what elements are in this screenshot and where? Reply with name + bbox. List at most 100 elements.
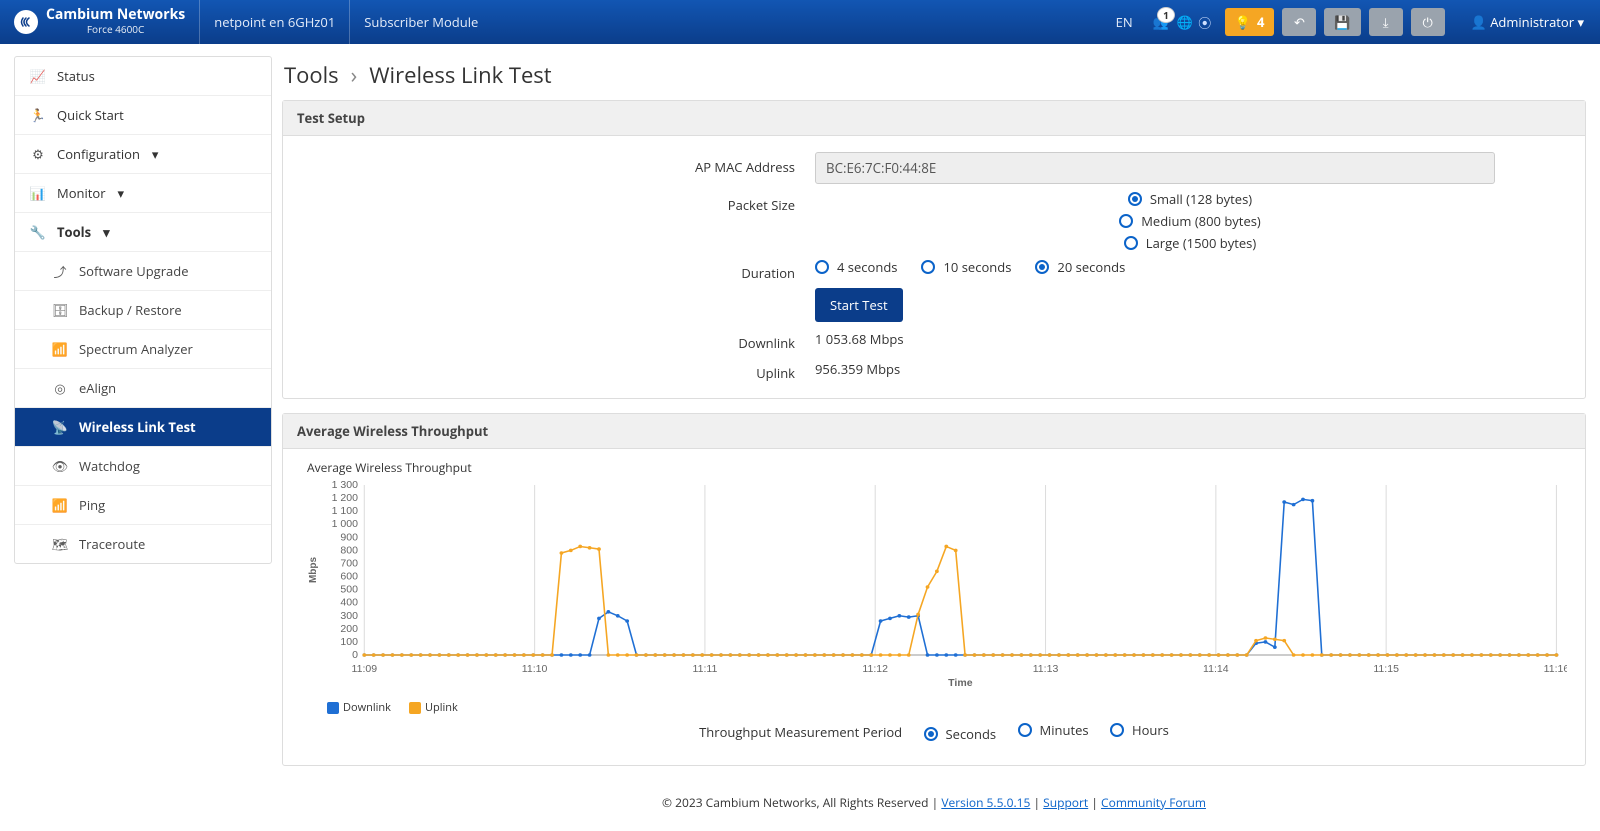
sidebar-label: Traceroute [79,535,145,553]
svg-text:300: 300 [340,611,358,622]
bulb-icon: 💡 [1235,13,1251,31]
sidebar-label: Backup / Restore [79,301,182,319]
alerts-count: 4 [1257,13,1264,31]
panel-title: Test Setup [283,101,1585,136]
sidebar-item-monitor[interactable]: 📊Monitor▾ [15,174,271,213]
save-button[interactable]: 💾 [1324,8,1360,36]
brand-model: Force 4600C [46,22,185,36]
undo-icon: ↶ [1294,13,1305,31]
user-badge: 1 [1157,7,1175,23]
language-selector[interactable]: EN [1102,0,1147,44]
sidebar-label: Spectrum Analyzer [79,340,193,358]
user-icon[interactable]: 👥 1 [1153,13,1169,31]
radio-period-hours[interactable]: Hours [1110,721,1169,739]
radio-label: Large (1500 bytes) [1146,234,1256,252]
svg-text:700: 700 [340,559,358,570]
sidebar-item-watchdog[interactable]: 👁Watchdog [15,447,271,486]
radio-period-seconds[interactable]: Seconds [924,725,997,743]
svg-text:800: 800 [340,546,358,557]
sidebar-item-traceroute[interactable]: 🗺 Traceroute [15,525,271,563]
svg-text:1 200: 1 200 [332,493,359,504]
label-downlink: Downlink [303,328,815,352]
radio-label: Small (128 bytes) [1150,190,1252,208]
label-ap-mac: AP MAC Address [303,152,815,176]
svg-text:0: 0 [352,650,358,661]
radio-label: Medium (800 bytes) [1141,212,1261,230]
radio-label: 4 seconds [837,258,897,276]
bars-icon: 📶 [51,340,69,358]
svg-text:11:15: 11:15 [1373,664,1399,675]
globe-icon[interactable]: 🌐 [1175,13,1195,31]
sidebar-item-software-upgrade[interactable]: ⤴Software Upgrade [15,252,271,291]
download-button[interactable]: ⤓ [1369,8,1403,36]
sidebar: 📈Status 🏃Quick Start ⚙Configuration▾ 📊Mo… [14,56,272,564]
gps-icon[interactable]: ⦿ [1195,13,1215,32]
undo-button[interactable]: ↶ [1282,8,1316,36]
sidebar-item-wireless-link-test[interactable]: 📡 Wireless Link Test [15,408,271,447]
ap-mac-input[interactable] [815,152,1495,184]
radio-duration-4[interactable]: 4 seconds [815,258,897,276]
save-icon: 💾 [1334,13,1350,31]
sidebar-item-ealign[interactable]: ◎eAlign [15,369,271,408]
sidebar-item-quickstart[interactable]: 🏃 Quick Start [15,96,271,135]
header-mode[interactable]: Subscriber Module [350,0,492,44]
sidebar-item-configuration[interactable]: ⚙Configuration▾ [15,135,271,174]
radio-packet-medium[interactable]: Medium (800 bytes) [1119,212,1261,230]
chevron-down-icon: ▾ [118,184,125,202]
value-downlink: 1 053.68 Mbps [815,328,1565,348]
label-duration: Duration [303,258,815,282]
radio-period-minutes[interactable]: Minutes [1018,721,1089,739]
route-icon: 🗺 [51,535,69,553]
start-test-button[interactable]: Start Test [815,288,903,322]
breadcrumb: Tools › Wireless Link Test [282,56,1586,100]
sidebar-item-backup-restore[interactable]: 🗄 Backup / Restore [15,291,271,330]
radio-label: Minutes [1040,721,1089,739]
top-header: Cambium Networks Force 4600C netpoint en… [0,0,1600,44]
radio-label: 10 seconds [943,258,1011,276]
header-device-name[interactable]: netpoint en 6GHz01 [200,0,350,44]
svg-text:11:10: 11:10 [522,664,548,675]
brand-logo[interactable]: Cambium Networks Force 4600C [0,0,200,44]
upload-icon: ⤴ [51,262,69,280]
footer: © 2023 Cambium Networks, All Rights Rese… [282,780,1586,831]
sidebar-item-status[interactable]: 📈 Status [15,57,271,96]
power-button[interactable]: ⏻ [1411,8,1445,36]
sidebar-item-ping[interactable]: 📶Ping [15,486,271,525]
sidebar-label: Wireless Link Test [79,418,196,436]
chart-legend: Downlink Uplink [327,700,1567,715]
svg-text:11:13: 11:13 [1033,664,1059,675]
power-icon: ⏻ [1422,13,1432,31]
pulse-icon: 📈 [29,67,47,85]
chevron-right-icon: › [351,60,358,90]
value-uplink: 956.359 Mbps [815,358,1565,378]
backup-icon: 🗄 [51,301,69,319]
signal-icon: 📡 [51,418,69,436]
sidebar-item-spectrum-analyzer[interactable]: 📶 Spectrum Analyzer [15,330,271,369]
svg-text:11:11: 11:11 [693,664,718,675]
user-menu[interactable]: 👤 Administrator ▾ [1455,13,1600,31]
footer-forum-link[interactable]: Community Forum [1101,794,1206,811]
svg-text:400: 400 [340,598,358,609]
breadcrumb-parent[interactable]: Tools [284,60,339,90]
radio-packet-small[interactable]: Small (128 bytes) [1128,190,1252,208]
chevron-down-icon: ▾ [1577,13,1584,31]
eye-icon: 👁 [51,457,69,475]
sidebar-item-tools[interactable]: 🔧Tools▾ [15,213,271,252]
radio-packet-large[interactable]: Large (1500 bytes) [1124,234,1256,252]
sidebar-label: Ping [79,496,105,514]
svg-text:900: 900 [340,533,358,544]
legend-uplink: Uplink [425,700,458,715]
alerts-button[interactable]: 💡 4 [1225,8,1275,36]
run-icon: 🏃 [29,106,47,124]
sidebar-label: Quick Start [57,106,124,124]
sidebar-label: Status [57,67,95,85]
user-name: Administrator [1490,13,1574,31]
sidebar-label: Monitor [57,184,106,202]
footer-version-link[interactable]: Version 5.5.0.15 [941,794,1030,811]
svg-text:1 300: 1 300 [332,480,359,491]
radio-duration-20[interactable]: 20 seconds [1035,258,1125,276]
chart-title: Average Wireless Throughput [301,457,1567,480]
radio-duration-10[interactable]: 10 seconds [921,258,1011,276]
user-avatar-icon: 👤 [1471,13,1487,31]
footer-support-link[interactable]: Support [1043,794,1088,811]
